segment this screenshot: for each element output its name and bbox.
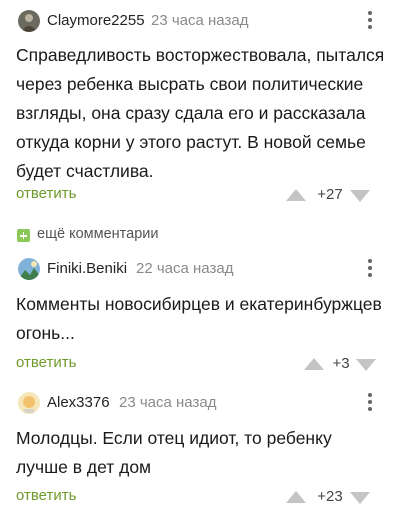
author-name[interactable]: Alex3376 xyxy=(47,394,110,411)
comment: Claymore2255 23 часа назад Справедливост… xyxy=(0,9,400,209)
more-options-icon[interactable] xyxy=(366,11,374,31)
reply-button[interactable]: ответить xyxy=(16,185,76,202)
comment-time: 22 часа назад xyxy=(136,260,234,277)
downvote-icon[interactable] xyxy=(350,492,370,504)
avatar[interactable] xyxy=(18,392,40,414)
upvote-icon[interactable] xyxy=(286,189,306,201)
downvote-icon[interactable] xyxy=(350,190,370,202)
upvote-icon[interactable] xyxy=(286,491,306,503)
expand-icon xyxy=(17,229,30,242)
author-name[interactable]: Finiki.Beniki xyxy=(47,260,127,277)
comment-header: Finiki.Beniki 22 часа назад xyxy=(0,257,400,283)
upvote-icon[interactable] xyxy=(304,358,324,370)
comment-text: Справедливость восторжествовала, пытался… xyxy=(16,45,385,181)
downvote-icon[interactable] xyxy=(356,359,376,371)
avatar[interactable] xyxy=(18,10,40,32)
comment-header: Claymore2255 23 часа назад xyxy=(0,9,400,35)
more-options-icon[interactable] xyxy=(366,259,374,279)
comment-header: Alex3376 23 часа назад xyxy=(0,391,400,417)
comment-text: Комменты новосибирцев и екатеринбуржцев … xyxy=(16,294,382,343)
avatar[interactable] xyxy=(18,258,40,280)
comment-score: +23 xyxy=(317,488,343,505)
more-options-icon[interactable] xyxy=(366,393,374,413)
comment-score: +27 xyxy=(317,186,343,203)
reply-button[interactable]: ответить xyxy=(16,487,76,504)
comment: Alex3376 23 часа назад Молодцы. Если оте… xyxy=(0,391,400,516)
comment-text: Молодцы. Если отец идиот, то ребенку луч… xyxy=(16,428,332,477)
comment-rating: +27 xyxy=(286,186,386,206)
comment-rating: +23 xyxy=(286,488,386,508)
comment-rating: +3 xyxy=(304,355,386,375)
comment: Finiki.Beniki 22 часа назад Комменты нов… xyxy=(0,257,400,377)
reply-button[interactable]: ответить xyxy=(16,354,76,371)
comment-time: 23 часа назад xyxy=(151,12,249,29)
more-comments-label: ещё комментарии xyxy=(37,226,159,242)
comment-score: +3 xyxy=(332,355,350,372)
author-name[interactable]: Claymore2255 xyxy=(47,12,145,29)
comment-time: 23 часа назад xyxy=(119,394,217,411)
